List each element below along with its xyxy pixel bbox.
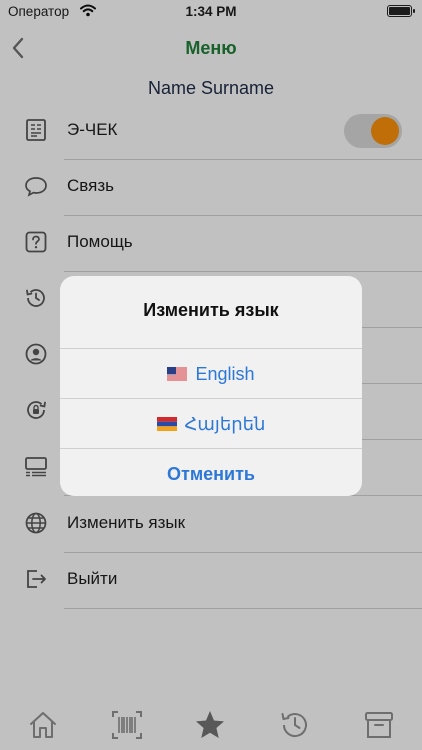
- language-option-english[interactable]: English: [60, 348, 362, 398]
- language-option-label: Հայերեն: [184, 414, 266, 434]
- language-dialog: Изменить язык English Հայերեն Отменить: [60, 276, 362, 496]
- cancel-button[interactable]: Отменить: [60, 448, 362, 496]
- dialog-title: Изменить язык: [143, 300, 279, 320]
- language-option-label: English: [195, 364, 255, 384]
- us-flag-icon: [167, 367, 188, 381]
- language-option-armenian[interactable]: Հայերեն: [60, 398, 362, 448]
- armenia-flag-icon: [156, 417, 177, 431]
